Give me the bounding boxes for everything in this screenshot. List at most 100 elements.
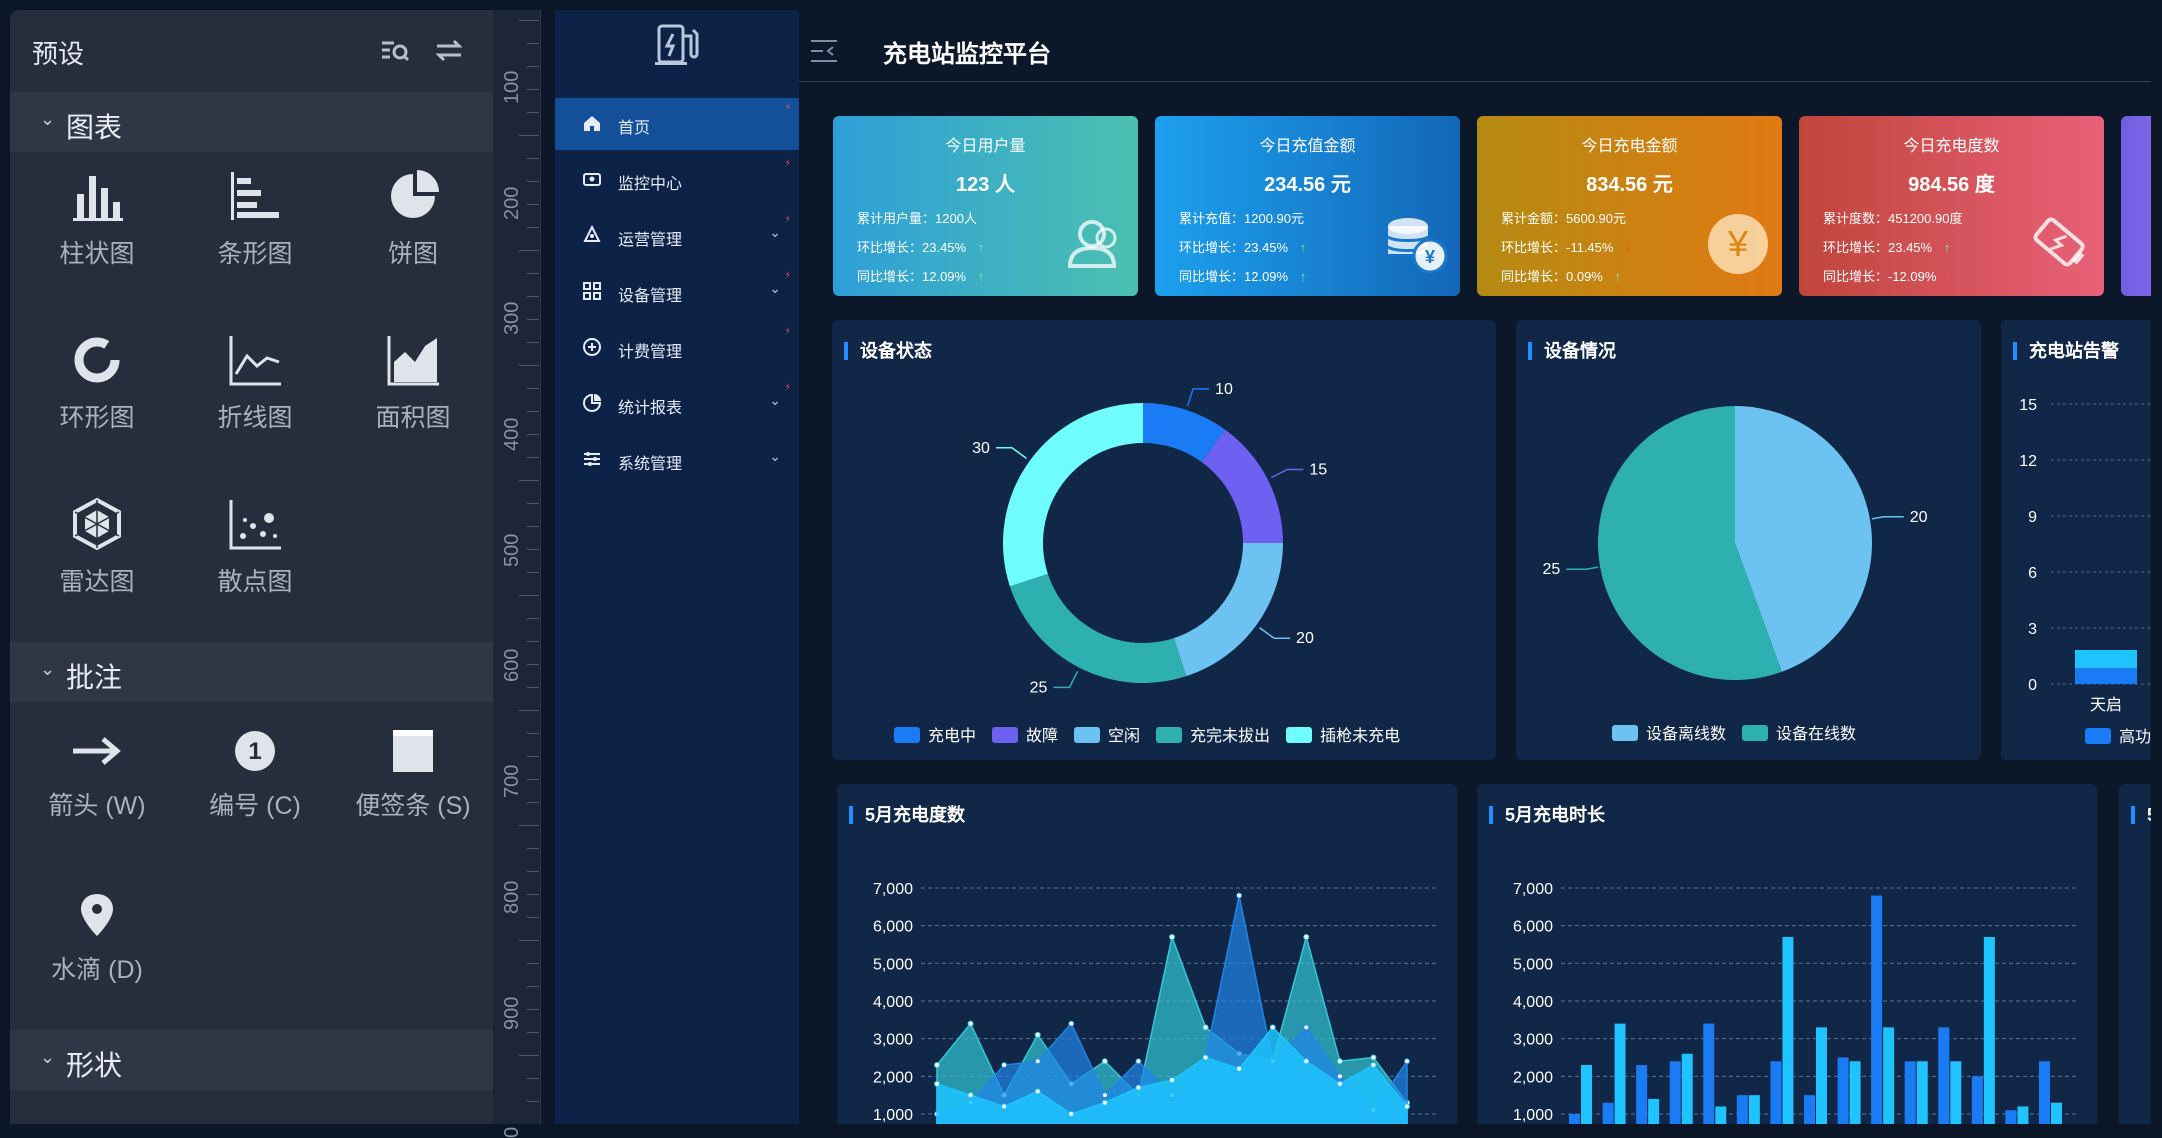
area-point[interactable] xyxy=(934,1062,940,1069)
area-point[interactable] xyxy=(1068,1111,1075,1117)
area-point[interactable] xyxy=(1269,1024,1276,1031)
legend-item[interactable]: 故障 xyxy=(992,722,1058,746)
bar[interactable] xyxy=(1736,1095,1748,1124)
bar[interactable] xyxy=(1782,936,1794,1124)
alarm-bar[interactable] xyxy=(2075,668,2137,684)
bar[interactable] xyxy=(1715,1106,1727,1124)
bar[interactable] xyxy=(1938,1027,1950,1124)
bar[interactable] xyxy=(1871,895,1883,1124)
area-point[interactable] xyxy=(1101,1058,1108,1065)
alarm-bar[interactable] xyxy=(2075,650,2137,668)
bar[interactable] xyxy=(1950,1061,1962,1124)
bar[interactable] xyxy=(1703,1023,1715,1124)
area-point[interactable] xyxy=(1336,1058,1343,1065)
legend-item[interactable]: 设备离线数 xyxy=(1612,720,1726,744)
bar[interactable] xyxy=(1816,1027,1827,1124)
donut-slice[interactable] xyxy=(1173,543,1283,677)
area-point[interactable] xyxy=(1068,1020,1075,1027)
tool-bar-chart[interactable]: 柱状图 xyxy=(22,168,172,308)
area-point[interactable] xyxy=(1135,1084,1142,1091)
area-point[interactable] xyxy=(967,1020,974,1027)
section-shape-header[interactable]: ⌄ 形状 xyxy=(10,1030,493,1090)
bar[interactable] xyxy=(1636,1065,1648,1124)
area-point[interactable] xyxy=(1202,1024,1209,1031)
nav-item[interactable]: 设备管理 ⚡ ⌄ xyxy=(555,266,799,318)
legend-item[interactable]: 充完未拔出 xyxy=(1156,722,1270,746)
bar[interactable] xyxy=(1581,1065,1592,1124)
bar[interactable] xyxy=(2005,1110,2017,1124)
area-point[interactable] xyxy=(1336,1073,1343,1080)
nav-item[interactable]: 计费管理 ⚡ xyxy=(555,322,799,374)
legend-item[interactable]: 充电中 xyxy=(894,722,976,746)
tool-pie-chart[interactable]: 饼图 xyxy=(338,168,488,308)
bar[interactable] xyxy=(1904,1061,1916,1124)
area-point[interactable] xyxy=(1001,1103,1008,1110)
bar[interactable] xyxy=(1602,1102,1614,1124)
swap-icon[interactable] xyxy=(435,38,463,71)
bar[interactable] xyxy=(1837,1057,1849,1125)
area-point[interactable] xyxy=(1001,1062,1008,1069)
bar[interactable] xyxy=(1648,1098,1660,1124)
tool-radar-chart[interactable]: 雷达图 xyxy=(22,496,172,636)
nav-item[interactable]: 统计报表 ⚡ ⌄ xyxy=(555,378,799,430)
area-point[interactable] xyxy=(1303,933,1310,940)
tool-area-chart[interactable]: 面积图 xyxy=(338,332,488,472)
area-point[interactable] xyxy=(1236,1065,1243,1072)
area-point[interactable] xyxy=(1303,1058,1310,1065)
bar[interactable] xyxy=(1614,1023,1626,1124)
legend-item[interactable]: 插枪未充电 xyxy=(1286,722,1400,746)
area-point[interactable] xyxy=(1404,1103,1410,1110)
tool-water-drop[interactable]: 水滴 (D) xyxy=(22,890,172,1030)
area-point[interactable] xyxy=(1202,1054,1209,1061)
nav-item[interactable]: 首页 ⚡ xyxy=(555,98,799,150)
area-point[interactable] xyxy=(1169,933,1175,940)
area-point[interactable] xyxy=(1404,1058,1410,1065)
area-point[interactable] xyxy=(1303,1024,1310,1031)
bar[interactable] xyxy=(1770,1061,1782,1124)
donut-slice[interactable] xyxy=(1009,573,1187,683)
tool-line-chart[interactable]: 折线图 xyxy=(180,332,330,472)
section-chart-header[interactable]: ⌄ 图表 xyxy=(10,92,493,152)
area-point[interactable] xyxy=(1135,1058,1142,1065)
tool-sticky-note[interactable]: 便签条 (S) xyxy=(338,726,488,866)
donut-slice[interactable] xyxy=(1201,429,1283,543)
area-point[interactable] xyxy=(934,1080,940,1087)
nav-item[interactable]: 监控中心 ⚡ xyxy=(555,154,799,206)
section-annotation-header[interactable]: ⌄ 批注 xyxy=(10,642,493,702)
bar[interactable] xyxy=(1983,936,1995,1124)
search-list-icon[interactable] xyxy=(380,38,410,71)
bar[interactable] xyxy=(1748,1095,1760,1124)
area-point[interactable] xyxy=(1169,1077,1175,1084)
legend-item[interactable]: 设备在线数 xyxy=(1742,720,1856,744)
tool-arrow[interactable]: 箭头 (W) xyxy=(22,726,172,866)
bar[interactable] xyxy=(1569,1114,1580,1124)
tool-horizontal-bar-chart[interactable]: 条形图 xyxy=(180,168,330,308)
bar[interactable] xyxy=(1669,1061,1681,1124)
bar[interactable] xyxy=(1681,1053,1693,1124)
area-point[interactable] xyxy=(1101,1099,1108,1106)
donut-slice[interactable] xyxy=(1003,403,1143,587)
area-point[interactable] xyxy=(1101,1092,1108,1099)
bar[interactable] xyxy=(1804,1095,1815,1124)
nav-item[interactable]: 运营管理 ⚡ ⌄ xyxy=(555,210,799,262)
area-point[interactable] xyxy=(1336,1080,1343,1087)
area-point[interactable] xyxy=(1370,1054,1377,1061)
bar[interactable] xyxy=(2017,1106,2029,1124)
area-point[interactable] xyxy=(967,1092,974,1099)
bar[interactable] xyxy=(2039,1061,2050,1124)
collapse-menu-icon[interactable] xyxy=(809,38,839,64)
area-point[interactable] xyxy=(1034,1058,1041,1065)
legend-item[interactable]: 空闲 xyxy=(1074,722,1140,746)
bar[interactable] xyxy=(1883,1027,1895,1124)
nav-item[interactable]: 系统管理 ⌄ xyxy=(555,434,799,486)
tool-ring-chart[interactable]: 环形图 xyxy=(22,332,172,472)
bar[interactable] xyxy=(2051,1102,2062,1124)
area-point[interactable] xyxy=(1236,892,1243,899)
tool-number[interactable]: 1 编号 (C) xyxy=(180,726,330,866)
tool-scatter-chart[interactable]: 散点图 xyxy=(180,496,330,636)
bar[interactable] xyxy=(1849,1061,1861,1124)
bar[interactable] xyxy=(1971,1076,1983,1124)
area-point[interactable] xyxy=(1370,1062,1377,1069)
area-point[interactable] xyxy=(1034,1088,1041,1095)
area-point[interactable] xyxy=(1034,1031,1041,1038)
